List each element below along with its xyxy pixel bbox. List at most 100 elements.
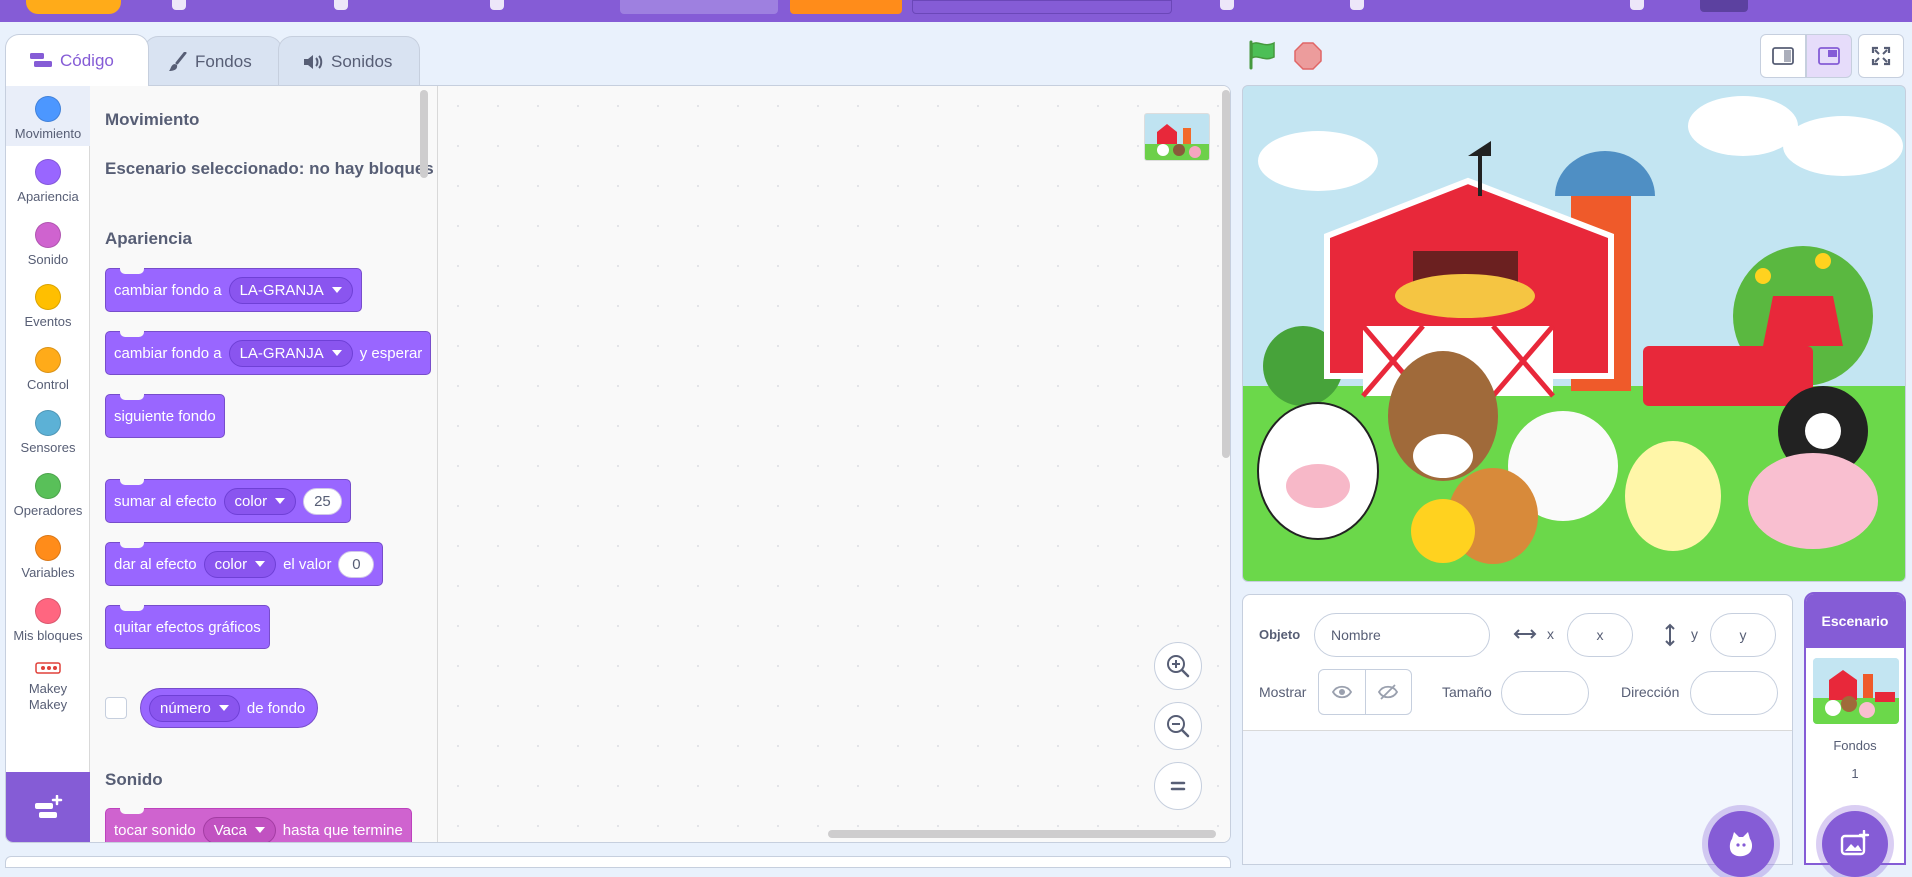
green-flag-icon	[1249, 40, 1275, 70]
block-set-effect[interactable]: dar al efecto color el valor 0	[105, 542, 384, 586]
green-flag-button[interactable]	[1247, 40, 1277, 75]
sprite-name-input[interactable]: Nombre	[1314, 613, 1490, 657]
workspace-vertical-scrollbar[interactable]	[1222, 90, 1230, 458]
sprite-pane: Objeto Nombre x x y y Mostrar Tamaño Dir…	[1242, 594, 1793, 865]
block-switch-backdrop-wait[interactable]: cambiar fondo a LA-GRANJA y esperar	[105, 331, 432, 375]
fullscreen-button[interactable]	[1858, 34, 1904, 78]
tab-backdrops-label: Fondos	[195, 51, 252, 71]
category-operators[interactable]: Operadores	[6, 463, 90, 523]
choose-backdrop-button[interactable]	[1822, 811, 1888, 877]
effect-value-input[interactable]: 0	[338, 550, 375, 578]
block-mid-text: el valor	[283, 555, 332, 573]
dropdown-value: color	[214, 555, 248, 573]
x-label: x	[1547, 626, 1554, 642]
size-input[interactable]	[1501, 671, 1589, 715]
tutorials-icon[interactable]	[1220, 0, 1234, 10]
block-clear-effects[interactable]: quitar efectos gráficos	[105, 605, 270, 649]
block-change-effect[interactable]: sumar al efecto color 25	[105, 479, 351, 523]
share-button[interactable]	[790, 0, 902, 14]
small-stage-icon	[1772, 47, 1794, 65]
choose-sprite-button[interactable]	[1708, 811, 1774, 877]
palette-heading-looks: Apariencia	[105, 229, 192, 248]
see-project-page-button[interactable]	[912, 0, 1172, 14]
scratch-logo[interactable]	[26, 0, 121, 14]
normal-stage-icon	[1818, 47, 1840, 65]
file-menu-icon[interactable]	[334, 0, 348, 10]
small-stage-button[interactable]	[1760, 34, 1806, 78]
caret-down-icon	[275, 498, 286, 504]
effect-dropdown[interactable]: color	[203, 550, 277, 578]
category-my-blocks[interactable]: Mis bloques	[6, 588, 90, 648]
backdrop-dropdown[interactable]: LA-GRANJA	[228, 276, 353, 304]
bottom-panel-edge	[5, 856, 1231, 868]
farm-backdrop-image	[1243, 86, 1905, 581]
category-makey-makey[interactable]: Makey Makey	[6, 651, 90, 721]
dropdown-value: LA-GRANJA	[239, 281, 324, 299]
hide-sprite-button[interactable]	[1366, 670, 1412, 714]
sprite-label: Objeto	[1259, 627, 1301, 642]
stop-button[interactable]	[1294, 42, 1322, 75]
fullscreen-icon	[1871, 46, 1891, 66]
palette-heading-motion: Movimiento	[105, 110, 200, 129]
category-events[interactable]: Eventos	[6, 274, 90, 334]
horizontal-arrows-icon	[1513, 629, 1537, 639]
brush-icon	[169, 51, 187, 71]
target-thumbnail	[1144, 113, 1210, 161]
category-label: Apariencia	[17, 189, 79, 204]
category-label: Eventos	[24, 314, 72, 329]
category-sound[interactable]: Sonido	[6, 212, 90, 272]
category-label: Movimiento	[14, 126, 82, 141]
category-sensing[interactable]: Sensores	[6, 400, 90, 460]
effect-dropdown[interactable]: color	[223, 487, 297, 515]
folder-icon[interactable]	[1630, 0, 1644, 10]
number-name-dropdown[interactable]: número	[149, 694, 240, 722]
tab-code[interactable]: Código	[5, 34, 149, 86]
backdrop-thumbnail	[1813, 658, 1899, 724]
motion-dot-icon	[35, 96, 61, 122]
category-control[interactable]: Control	[6, 337, 90, 397]
visibility-toggle	[1318, 669, 1412, 715]
menu-bar	[0, 0, 1912, 22]
block-switch-backdrop[interactable]: cambiar fondo a LA-GRANJA	[105, 268, 362, 312]
code-editor: Movimiento Apariencia Sonido Eventos Con…	[5, 85, 1231, 843]
monitor-checkbox[interactable]	[105, 697, 127, 719]
block-text: tocar sonido	[114, 821, 196, 839]
tab-sounds[interactable]: Sonidos	[278, 36, 420, 86]
block-play-sound-until-done[interactable]: tocar sonido Vaca hasta que termine	[105, 808, 412, 842]
edit-menu-icon[interactable]	[490, 0, 504, 10]
backdrop-dropdown[interactable]: LA-GRANJA	[228, 339, 353, 367]
y-input[interactable]: y	[1710, 613, 1776, 657]
block-next-backdrop[interactable]: siguiente fondo	[105, 394, 225, 438]
zoom-reset-button[interactable]	[1154, 762, 1202, 810]
zoom-in-icon	[1167, 655, 1190, 678]
effect-amount-input[interactable]: 25	[303, 487, 342, 515]
sound-dropdown[interactable]: Vaca	[202, 816, 276, 842]
language-menu-icon[interactable]	[172, 0, 186, 10]
zoom-in-button[interactable]	[1154, 642, 1202, 690]
add-extension-button[interactable]	[6, 772, 90, 842]
category-looks[interactable]: Apariencia	[6, 149, 90, 209]
category-variables[interactable]: Variables	[6, 525, 90, 585]
tab-backdrops[interactable]: Fondos	[144, 36, 282, 86]
project-title-field[interactable]	[620, 0, 778, 14]
sprite-info: Objeto Nombre x x y y Mostrar Tamaño Dir…	[1243, 595, 1792, 731]
direction-input[interactable]	[1690, 671, 1778, 715]
reporter-backdrop-number[interactable]: número de fondo	[140, 688, 319, 728]
sound-dot-icon	[35, 222, 61, 248]
mystuff-icon[interactable]	[1350, 0, 1364, 10]
normal-stage-button[interactable]	[1806, 34, 1852, 78]
eye-icon	[1331, 685, 1352, 699]
zoom-out-button[interactable]	[1154, 702, 1202, 750]
x-input[interactable]: x	[1567, 613, 1633, 657]
caret-down-icon	[331, 350, 342, 356]
show-sprite-button[interactable]	[1319, 670, 1366, 714]
script-workspace[interactable]	[438, 86, 1230, 842]
palette-heading-sound: Sonido	[105, 770, 163, 789]
account-avatar[interactable]	[1700, 0, 1748, 12]
palette-scrollbar[interactable]	[420, 90, 428, 178]
category-label: Sensores	[20, 440, 76, 455]
workspace-horizontal-scrollbar[interactable]	[828, 830, 1216, 838]
stage-canvas[interactable]	[1242, 85, 1906, 582]
size-label: Tamaño	[1442, 684, 1492, 700]
category-motion[interactable]: Movimiento	[6, 86, 90, 146]
